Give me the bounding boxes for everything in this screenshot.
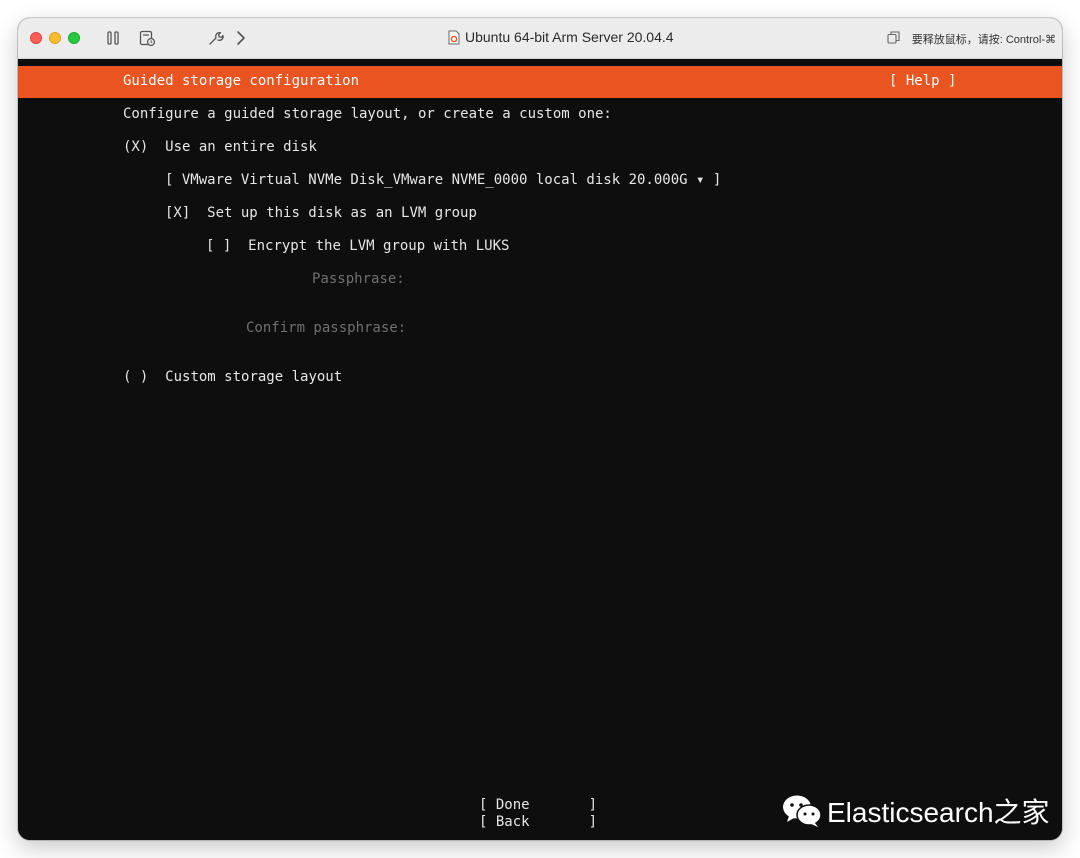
entire-disk-radio[interactable]: (X) <box>123 139 148 155</box>
intro-text: Configure a guided storage layout, or cr… <box>123 106 612 122</box>
vm-window: Ubuntu 64-bit Arm Server 20.04.4 要释放鼠标，请… <box>18 18 1062 840</box>
help-button[interactable]: [ Help ] <box>889 73 956 89</box>
entire-disk-option[interactable]: (X) Use an entire disk <box>123 139 317 155</box>
mouse-release-hint: 要释放鼠标，请按: Control-⌘ <box>887 31 1056 47</box>
passphrase-field <box>438 271 838 289</box>
disk-select-dropdown[interactable]: [ VMware Virtual NVMe Disk_VMware NVME_0… <box>165 172 721 188</box>
passphrase-label: Passphrase: <box>312 271 405 287</box>
mouse-release-hint-text: 要释放鼠标，请按: Control-⌘ <box>911 34 1056 46</box>
copy-icon[interactable] <box>887 31 900 47</box>
maximize-window-button[interactable] <box>68 32 80 44</box>
terminal-screen: Guided storage configuration [ Help ] Co… <box>18 59 1062 840</box>
encrypt-label: Encrypt the LVM group with LUKS <box>248 238 510 254</box>
encrypt-option[interactable]: [ ] Encrypt the LVM group with LUKS <box>206 238 509 254</box>
custom-layout-option[interactable]: ( ) Custom storage layout <box>123 369 342 385</box>
window-title-text: Ubuntu 64-bit Arm Server 20.04.4 <box>465 29 674 45</box>
close-window-button[interactable] <box>30 32 42 44</box>
done-button[interactable]: [ Done ] <box>479 797 597 813</box>
encrypt-checkbox[interactable]: [ ] <box>206 238 231 254</box>
lvm-option[interactable]: [X] Set up this disk as an LVM group <box>165 205 477 221</box>
watermark: Elasticsearch之家 <box>781 791 1050 831</box>
confirm-passphrase-label: Confirm passphrase: <box>246 320 407 336</box>
wrench-icon[interactable] <box>206 29 224 47</box>
pause-icon[interactable] <box>104 29 122 47</box>
back-button[interactable]: [ Back ] <box>479 814 597 830</box>
document-icon <box>448 30 460 44</box>
watermark-text: Elasticsearch之家 <box>827 797 1050 828</box>
confirm-passphrase-field <box>438 320 838 338</box>
title-bar: Ubuntu 64-bit Arm Server 20.04.4 要释放鼠标，请… <box>18 18 1062 59</box>
snapshot-icon[interactable] <box>138 29 156 47</box>
installer-header: Guided storage configuration [ Help ] <box>18 66 1062 98</box>
lvm-label: Set up this disk as an LVM group <box>207 205 477 221</box>
page-title: Guided storage configuration <box>123 73 360 89</box>
minimize-window-button[interactable] <box>49 32 61 44</box>
lvm-checkbox[interactable]: [X] <box>165 205 190 221</box>
entire-disk-label: Use an entire disk <box>165 139 317 155</box>
custom-layout-radio[interactable]: ( ) <box>123 369 148 385</box>
wechat-icon <box>783 795 822 827</box>
window-title: Ubuntu 64-bit Arm Server 20.04.4 <box>448 29 674 45</box>
custom-layout-label: Custom storage layout <box>165 369 343 385</box>
chevron-right-icon[interactable] <box>232 29 250 47</box>
